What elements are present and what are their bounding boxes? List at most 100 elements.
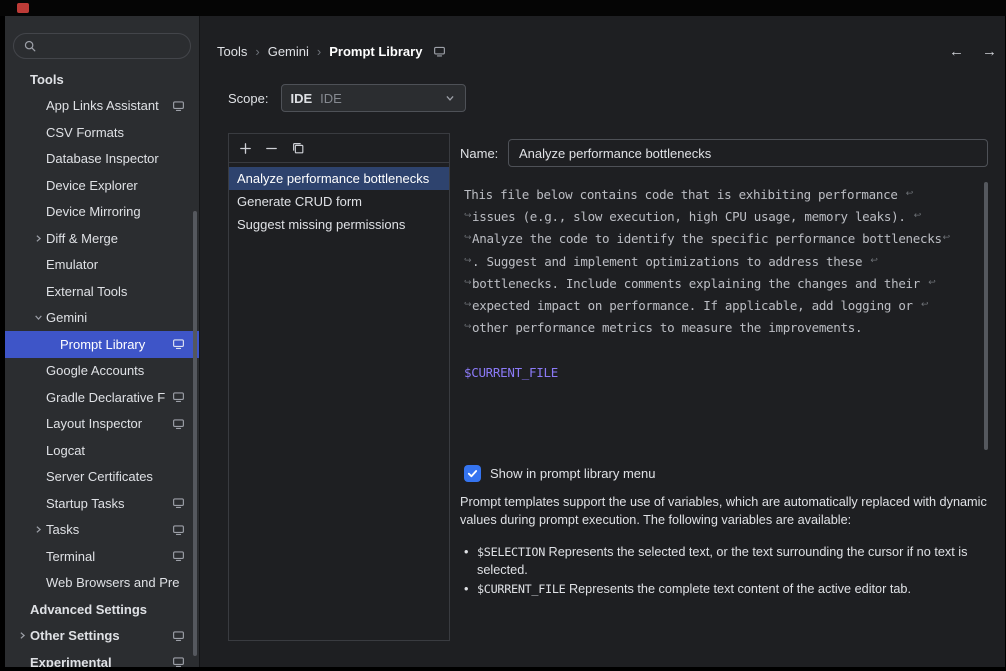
sidebar-item-web-browsers-and-pre[interactable]: Web Browsers and Pre <box>5 570 199 597</box>
sidebar-item-external-tools[interactable]: External Tools <box>5 278 199 305</box>
sidebar-item-layout-inspector[interactable]: Layout Inspector <box>5 411 199 438</box>
duplicate-button[interactable] <box>286 137 309 159</box>
sidebar-item-label: CSV Formats <box>46 125 199 140</box>
soft-wrap-icon: ↩ <box>914 212 922 221</box>
editor-text: issues (e.g., slow execution, high CPU u… <box>472 209 913 224</box>
prompt-item-analyze-performance-bottlenecks[interactable]: Analyze performance bottlenecks <box>229 167 449 190</box>
sidebar-item-emulator[interactable]: Emulator <box>5 252 199 279</box>
breadcrumb-separator: › <box>255 44 259 59</box>
editor-text: other performance metrics to measure the… <box>472 320 862 335</box>
settings-content: Tools › Gemini › Prompt Library ← → Scope: I… <box>200 16 1005 667</box>
window-titlebar <box>0 0 1006 16</box>
traffic-light-close-button[interactable] <box>17 3 29 13</box>
sidebar-item-csv-formats[interactable]: CSV Formats <box>5 119 199 146</box>
variable-item: •$CURRENT_FILE Represents the complete t… <box>464 581 990 599</box>
chevron-right-icon[interactable] <box>30 523 46 536</box>
soft-wrap-icon: ↩ <box>870 257 878 266</box>
breadcrumb-item-prompt-library[interactable]: Prompt Library <box>329 44 422 59</box>
sidebar-item-label: Emulator <box>46 257 199 272</box>
sidebar-item-diff-merge[interactable]: Diff & Merge <box>5 225 199 252</box>
editor-line: This file below contains code that is ex… <box>464 183 976 205</box>
forward-arrow-icon[interactable]: → <box>982 43 997 61</box>
soft-wrap-icon: ↪ <box>464 257 472 266</box>
sidebar-item-label: Server Certificates <box>46 469 199 484</box>
scope-row: Scope: IDE IDE <box>228 84 466 112</box>
scope-label: Scope: <box>228 91 268 106</box>
editor-line: ↪expected impact on performance. If appl… <box>464 294 976 316</box>
sidebar-item-label: Web Browsers and Pre <box>46 575 199 590</box>
variable-code: $SELECTION <box>477 545 545 559</box>
remove-button[interactable] <box>260 137 283 159</box>
monitor-icon <box>172 338 185 351</box>
prompt-editor[interactable]: This file below contains code that is ex… <box>460 176 990 458</box>
settings-search-box[interactable] <box>13 33 191 59</box>
sidebar-item-label: Diff & Merge <box>46 231 199 246</box>
sidebar-item-prompt-library[interactable]: Prompt Library <box>5 331 199 358</box>
sidebar-item-google-accounts[interactable]: Google Accounts <box>5 358 199 385</box>
sidebar-item-gradle-declarative-f[interactable]: Gradle Declarative F <box>5 384 199 411</box>
settings-dialog: Tools App Links Assistant CSV Formats Datab… <box>5 16 1005 667</box>
sidebar-item-other-settings[interactable]: Other Settings <box>5 623 199 650</box>
monitor-icon <box>172 656 185 667</box>
sidebar-item-label: Tools <box>30 72 199 87</box>
sidebar-item-advanced-settings[interactable]: Advanced Settings <box>5 596 199 623</box>
scope-dropdown[interactable]: IDE IDE <box>281 84 466 112</box>
editor-text: Analyze the code to identify the specifi… <box>472 231 942 246</box>
chevron-right-icon[interactable] <box>30 232 46 245</box>
editor-text: bottlenecks. Include comments explaining… <box>472 276 927 291</box>
chevron-down-icon[interactable] <box>30 311 46 324</box>
chevron-right-icon[interactable] <box>14 629 30 642</box>
prompt-list-toolbar <box>229 134 449 163</box>
chevron-down-icon <box>443 91 457 105</box>
show-in-menu-row[interactable]: Show in prompt library menu <box>464 465 655 482</box>
sidebar-item-experimental[interactable]: Experimental <box>5 649 199 667</box>
variable-code: $CURRENT_FILE <box>477 582 565 596</box>
sidebar-item-device-explorer[interactable]: Device Explorer <box>5 172 199 199</box>
variable-description: $CURRENT_FILE Represents the complete te… <box>477 581 990 599</box>
breadcrumb-item-gemini[interactable]: Gemini <box>268 44 309 59</box>
sidebar-item-database-inspector[interactable]: Database Inspector <box>5 146 199 173</box>
editor-line: ↪. Suggest and implement optimizations t… <box>464 250 976 272</box>
editor-line: $CURRENT_FILE <box>464 361 976 383</box>
sidebar-item-label: Database Inspector <box>46 151 199 166</box>
editor-line: ↪other performance metrics to measure th… <box>464 317 976 339</box>
breadcrumb-item-tools[interactable]: Tools <box>217 44 247 59</box>
check-icon <box>467 468 478 479</box>
editor-line <box>464 339 976 361</box>
breadcrumb: Tools › Gemini › Prompt Library <box>217 44 446 59</box>
sidebar-item-logcat[interactable]: Logcat <box>5 437 199 464</box>
bullet: • <box>464 544 477 579</box>
editor-line: ↪issues (e.g., slow execution, high CPU … <box>464 205 976 227</box>
sidebar-item-terminal[interactable]: Terminal <box>5 543 199 570</box>
prompt-item-suggest-missing-permissions[interactable]: Suggest missing permissions <box>229 213 449 236</box>
history-nav: ← → <box>949 43 997 61</box>
soft-wrap-icon: ↩ <box>943 234 951 243</box>
prompt-list-panel: Analyze performance bottlenecksGenerate … <box>228 133 450 641</box>
editor-scrollbar-thumb[interactable] <box>984 182 988 450</box>
editor-lines: This file below contains code that is ex… <box>464 183 976 384</box>
soft-wrap-icon: ↩ <box>928 279 936 288</box>
prompt-name-input[interactable] <box>508 139 988 167</box>
sidebar-item-device-mirroring[interactable]: Device Mirroring <box>5 199 199 226</box>
search-input[interactable] <box>43 39 181 54</box>
add-button[interactable] <box>234 137 257 159</box>
prompt-item-generate-crud-form[interactable]: Generate CRUD form <box>229 190 449 213</box>
sidebar-item-app-links-assistant[interactable]: App Links Assistant <box>5 93 199 120</box>
sidebar-scrollbar-thumb[interactable] <box>193 211 197 656</box>
sidebar-item-label: Logcat <box>46 443 199 458</box>
monitor-icon <box>172 417 185 430</box>
scope-dropdown-secondary: IDE <box>320 91 435 106</box>
sidebar-item-startup-tasks[interactable]: Startup Tasks <box>5 490 199 517</box>
breadcrumb-separator: › <box>317 44 321 59</box>
monitor-icon <box>172 391 185 404</box>
sidebar-item-gemini[interactable]: Gemini <box>5 305 199 332</box>
soft-wrap-icon: ↩ <box>921 301 929 310</box>
prompt-list: Analyze performance bottlenecksGenerate … <box>229 163 449 236</box>
show-in-menu-checkbox[interactable] <box>464 465 481 482</box>
scope-dropdown-value: IDE <box>290 91 312 106</box>
back-arrow-icon[interactable]: ← <box>949 43 964 61</box>
sidebar-item-server-certificates[interactable]: Server Certificates <box>5 464 199 491</box>
settings-tree: Tools App Links Assistant CSV Formats Datab… <box>5 66 199 667</box>
sidebar-item-tools[interactable]: Tools <box>5 66 199 93</box>
sidebar-item-tasks[interactable]: Tasks <box>5 517 199 544</box>
